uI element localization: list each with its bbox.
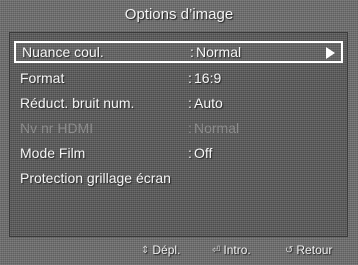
menu-item-label: Mode Film: [20, 145, 86, 161]
menu-item-format[interactable]: Format : 16:9: [14, 67, 343, 89]
menu-item-value: Auto: [194, 95, 223, 111]
value-separator: :: [188, 95, 192, 111]
menu-item-label: Format: [20, 70, 65, 86]
menu-item-protection-grillage[interactable]: Protection grillage écran: [14, 167, 343, 189]
options-panel: Nuance coul. : Normal Format : 16:9 Rédu…: [9, 32, 348, 237]
menu-item-label: Réduct. bruit num.: [20, 95, 135, 111]
value-separator: :: [188, 70, 192, 86]
menu-item-label: Nuance coul.: [22, 44, 104, 60]
return-icon: ↺: [285, 245, 294, 256]
hint-move-label: Dépl.: [152, 243, 181, 257]
hint-enter: ⏎ Intro.: [212, 243, 251, 257]
value-separator: :: [188, 120, 192, 136]
enter-icon: ⏎: [212, 245, 221, 256]
menu-item-mode-film[interactable]: Mode Film : Off: [14, 142, 343, 164]
hint-enter-label: Intro.: [223, 243, 251, 257]
menu-item-value: Normal: [194, 120, 240, 136]
menu-item-value: Normal: [196, 44, 242, 60]
value-separator: :: [190, 44, 194, 60]
menu-item-label: Protection grillage écran: [20, 170, 171, 186]
menu-item-nv-nr-hdmi: Nv nr HDMI : Normal: [14, 117, 343, 139]
tv-menu-screen: Options d’image Nuance coul. : Normal Fo…: [0, 0, 358, 265]
hint-move: ⇕ Dépl.: [141, 243, 180, 257]
menu-item-reduct-bruit[interactable]: Réduct. bruit num. : Auto: [14, 92, 343, 114]
footer-hints: ⇕ Dépl. ⏎ Intro. ↺ Retour: [9, 239, 348, 261]
menu-item-value: Off: [194, 145, 213, 161]
submenu-arrow-icon: [326, 47, 335, 59]
menu-item-label: Nv nr HDMI: [20, 120, 94, 136]
menu-title: Options d’image: [124, 6, 234, 23]
menu-item-value: 16:9: [194, 70, 222, 86]
value-separator: :: [188, 145, 192, 161]
hint-return: ↺ Retour: [285, 243, 332, 257]
hint-return-label: Retour: [296, 243, 333, 257]
updown-arrow-icon: ⇕: [141, 245, 150, 256]
menu-item-nuance-coul[interactable]: Nuance coul. : Normal: [14, 41, 343, 63]
